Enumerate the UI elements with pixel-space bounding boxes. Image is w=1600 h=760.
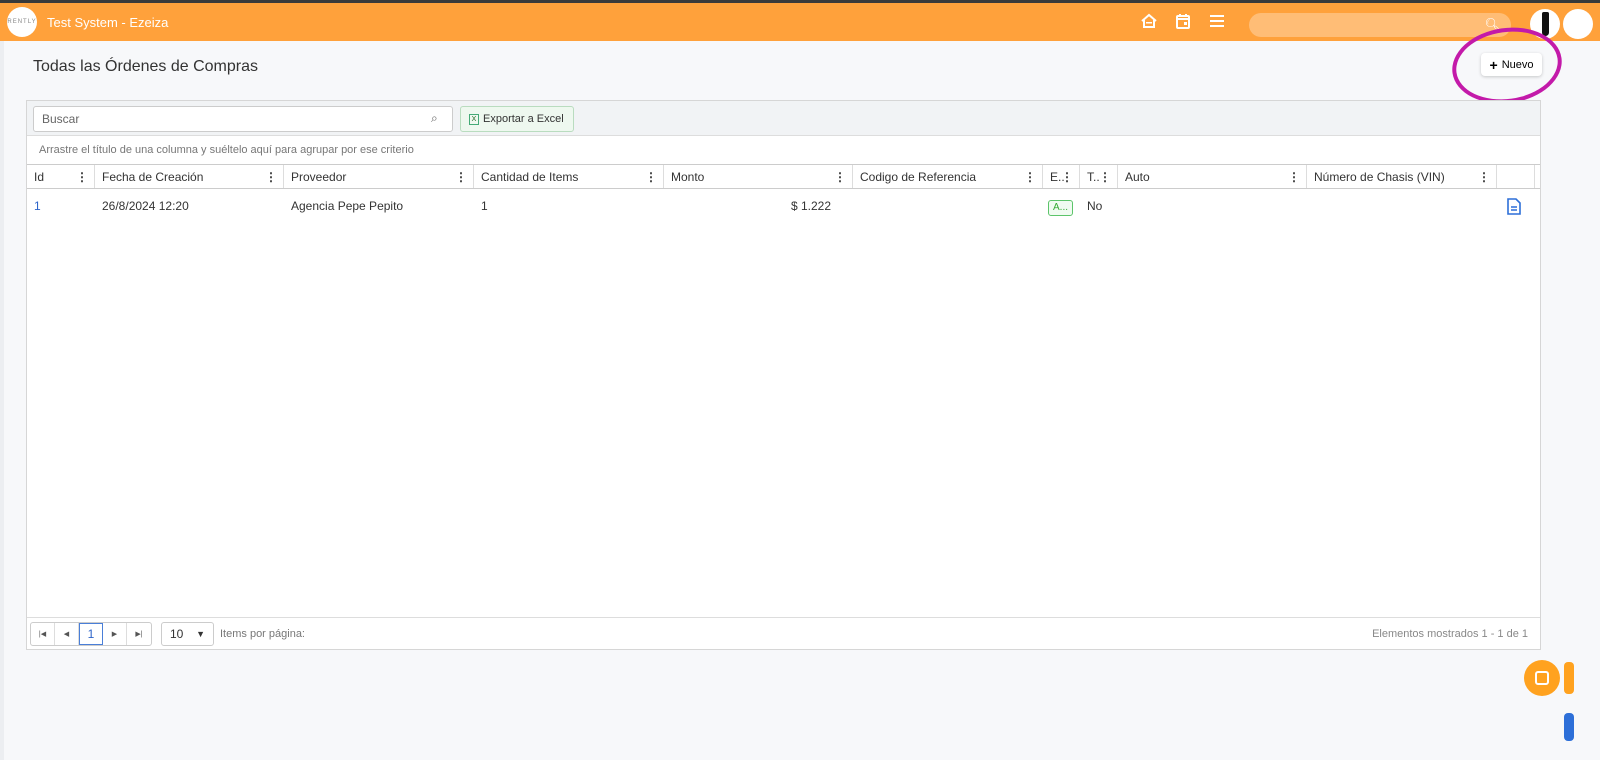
cell-id[interactable]: 1 [27, 189, 95, 223]
column-menu-icon[interactable]: ⋮ [455, 165, 467, 188]
column-header[interactable]: Cantidad de Items ⋮ [474, 165, 664, 188]
column-header-label: T.. [1087, 170, 1100, 184]
column-header-label: Auto [1125, 170, 1150, 184]
prev-page-icon[interactable]: ◀ [55, 622, 79, 645]
grid-toolbar: ⌕ X Exportar a Excel [27, 101, 1540, 136]
first-page-icon[interactable]: |◀ [31, 622, 55, 645]
calendar-icon[interactable] [1174, 12, 1192, 30]
column-header[interactable]: Proveedor ⋮ [284, 165, 474, 188]
page-title: Todas las Órdenes de Compras [33, 58, 258, 75]
column-header-label: Número de Chasis (VIN) [1314, 170, 1445, 184]
column-header[interactable]: Id ⋮ [27, 165, 95, 188]
status-badge: A... [1048, 200, 1074, 216]
cell-fecha: 26/8/2024 12:20 [102, 199, 189, 213]
cell-monto: $ 1.222 [790, 199, 831, 213]
global-search-input[interactable]: 🔍︎ [1249, 13, 1511, 37]
column-header[interactable]: Codigo de Referencia ⋮ [853, 165, 1043, 188]
column-header-label: Id [34, 170, 45, 184]
export-excel-button[interactable]: X Exportar a Excel [460, 106, 574, 132]
orders-grid: ⌕ X Exportar a Excel Arrastre el título d… [26, 100, 1541, 650]
new-button[interactable]: + Nuevo [1481, 53, 1542, 76]
chevron-down-icon: ▼ [196, 628, 205, 639]
column-header-label: Codigo de Referencia [860, 170, 977, 184]
top-nav: RENTLY Test System - Ezeiza 🔍︎ [0, 3, 1600, 41]
column-header[interactable]: Auto ⋮ [1118, 165, 1307, 188]
column-header-label: Fecha de Creación [102, 170, 204, 184]
left-edge [0, 41, 4, 760]
column-menu-icon[interactable]: ⋮ [1099, 165, 1111, 188]
chat-icon [1535, 671, 1549, 685]
side-widget-blue[interactable] [1564, 713, 1574, 741]
side-widget-orange[interactable] [1564, 662, 1574, 694]
document-icon[interactable] [1497, 189, 1535, 223]
plus-icon: + [1489, 56, 1498, 73]
search-icon[interactable]: ⌕ [431, 111, 438, 126]
column-header[interactable]: E.. ⋮ [1043, 165, 1080, 188]
search-icon[interactable]: 🔍︎ [1484, 17, 1501, 33]
logo[interactable]: RENTLY [7, 7, 37, 37]
home-icon[interactable] [1140, 12, 1158, 30]
column-header[interactable]: Fecha de Creación ⋮ [95, 165, 284, 188]
chat-button[interactable] [1524, 660, 1560, 696]
page-1-button[interactable]: 1 [79, 622, 103, 645]
menu-icon[interactable] [1208, 12, 1226, 30]
new-button-label: Nuevo [1501, 58, 1534, 71]
cell-proveedor: Agencia Pepe Pepito [291, 199, 404, 213]
cell-cantidad: 1 [481, 199, 488, 213]
column-header-label: Cantidad de Items [481, 170, 579, 184]
cell-codigo [853, 189, 1043, 223]
last-page-icon[interactable]: ▶| [127, 623, 151, 645]
next-page-icon[interactable]: ▶ [103, 622, 127, 645]
page-size-value: 10 [170, 626, 184, 641]
column-header[interactable] [1497, 165, 1535, 188]
secondary-avatar[interactable] [1563, 9, 1593, 39]
column-menu-icon[interactable]: ⋮ [76, 165, 88, 188]
column-menu-icon[interactable]: ⋮ [265, 165, 277, 188]
table-row[interactable]: 1 26/8/2024 12:20 Agencia Pepe Pepito 1 … [27, 189, 1540, 223]
app-title: Test System - Ezeiza [47, 14, 169, 30]
column-menu-icon[interactable]: ⋮ [1478, 165, 1490, 188]
column-header-label: Proveedor [291, 170, 347, 184]
column-header[interactable]: Monto ⋮ [664, 165, 853, 188]
column-menu-icon[interactable]: ⋮ [834, 165, 846, 188]
column-header[interactable]: Número de Chasis (VIN) ⋮ [1307, 165, 1497, 188]
page-size-select[interactable]: 10 ▼ [161, 621, 214, 646]
cell-auto [1118, 189, 1307, 223]
group-drop-zone[interactable]: Arrastre el título de una columna y suél… [27, 136, 1540, 165]
avatar[interactable] [1530, 9, 1560, 39]
column-menu-icon[interactable]: ⋮ [1024, 165, 1036, 188]
column-menu-icon[interactable]: ⋮ [1061, 165, 1073, 188]
column-header[interactable]: T.. ⋮ [1080, 165, 1118, 188]
pager: |◀ ◀ 1 ▶ ▶| 10 ▼ Items por página: Elemen… [27, 617, 1540, 649]
search-input[interactable] [33, 106, 453, 132]
items-per-page-label: Items por página: [220, 627, 305, 640]
excel-icon: X [469, 113, 479, 125]
column-menu-icon[interactable]: ⋮ [1288, 165, 1300, 188]
cell-t: No [1087, 199, 1103, 213]
cell-vin [1307, 189, 1497, 223]
table-header: Id ⋮ Fecha de Creación ⋮ Proveedor ⋮ Cantidad … [27, 165, 1540, 189]
items-shown-label: Elementos mostrados 1 - 1 de 1 [1372, 627, 1528, 640]
column-menu-icon[interactable]: ⋮ [645, 165, 657, 188]
column-header-label: Monto [671, 170, 705, 184]
export-label: Exportar a Excel [483, 113, 564, 125]
